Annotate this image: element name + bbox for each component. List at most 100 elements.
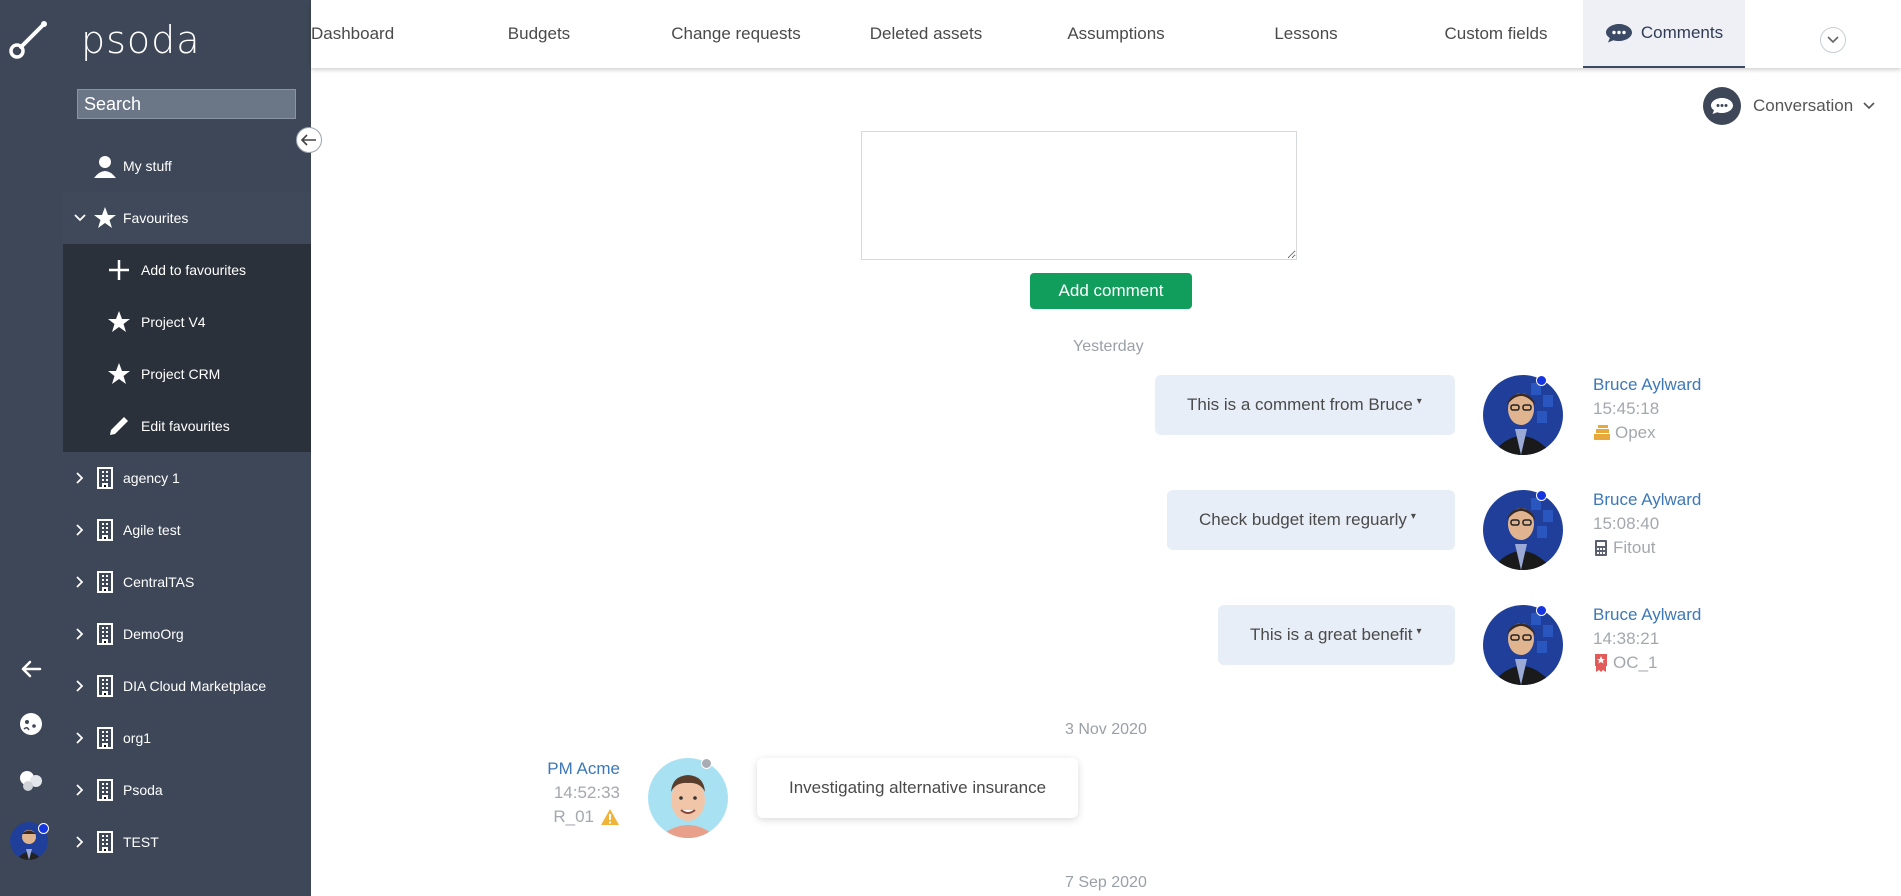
comment-author-link[interactable]: Bruce Aylward bbox=[1593, 488, 1701, 512]
sidebar-item-label: Agile test bbox=[123, 522, 181, 538]
tab-custom-fields[interactable]: Custom fields bbox=[1411, 0, 1581, 68]
sidebar-item-agency-1[interactable]: agency 1 bbox=[63, 452, 311, 504]
chevron-right-icon[interactable] bbox=[73, 731, 87, 745]
comment-tag[interactable]: R_01 bbox=[520, 805, 620, 829]
comment-tag[interactable]: OC_1 bbox=[1593, 651, 1701, 675]
comment-bubble-icon bbox=[1703, 87, 1741, 125]
comment-meta: Bruce Aylward 15:45:18 Opex bbox=[1593, 373, 1701, 445]
comment-author-link[interactable]: Bruce Aylward bbox=[1593, 603, 1701, 627]
plus-icon bbox=[105, 256, 133, 284]
comment-tag-label: Opex bbox=[1615, 423, 1656, 442]
chevron-right-icon[interactable] bbox=[73, 835, 87, 849]
date-separator: Yesterday bbox=[1073, 338, 1144, 355]
sidebar-item-demoorg[interactable]: DemoOrg bbox=[63, 608, 311, 660]
brand-name: psoda bbox=[81, 18, 201, 62]
building-icon bbox=[91, 672, 119, 700]
comment-time: 14:38:21 bbox=[1593, 629, 1660, 648]
sidebar-item-my-stuff[interactable]: My stuff bbox=[63, 140, 311, 192]
chevron-down-icon[interactable] bbox=[73, 211, 87, 225]
warning-icon bbox=[601, 809, 619, 825]
comment-author-link[interactable]: PM Acme bbox=[520, 757, 620, 781]
comment-author-link[interactable]: Bruce Aylward bbox=[1593, 373, 1701, 397]
tab-lessons[interactable]: Lessons bbox=[1221, 0, 1391, 68]
comment-tag-label: Fitout bbox=[1613, 538, 1656, 557]
sidebar-item-label: agency 1 bbox=[123, 470, 180, 486]
comment-tag[interactable]: Opex bbox=[1593, 421, 1701, 445]
chevron-right-icon[interactable] bbox=[73, 627, 87, 641]
avatar bbox=[1483, 605, 1563, 685]
building-icon bbox=[91, 828, 119, 856]
sidebar-item-psoda[interactable]: Psoda bbox=[63, 764, 311, 816]
caret-down-icon[interactable]: ▾ bbox=[1417, 626, 1422, 637]
tab-dashboard[interactable]: Dashboard bbox=[311, 0, 394, 68]
sidebar-item-label: Project V4 bbox=[141, 314, 206, 330]
avatar bbox=[648, 758, 728, 838]
comment-tag[interactable]: Fitout bbox=[1593, 536, 1701, 560]
comment-text: Investigating alternative insurance bbox=[789, 778, 1047, 797]
chevron-right-icon[interactable] bbox=[73, 679, 87, 693]
sidebar-item-project-crm[interactable]: Project CRM bbox=[63, 348, 311, 400]
comment-text: This is a comment from Bruce bbox=[1187, 395, 1413, 414]
tab-comments[interactable]: Comments bbox=[1583, 0, 1745, 68]
sidebar-item-add-to-favourites[interactable]: Add to favourites bbox=[63, 244, 311, 296]
star-icon bbox=[105, 360, 133, 388]
tab-budgets[interactable]: Budgets bbox=[471, 0, 607, 68]
calculator-icon bbox=[1595, 540, 1607, 556]
caret-down-icon[interactable]: ▾ bbox=[1417, 396, 1422, 407]
top-tab-bar: Dashboard Budgets Change requests Delete… bbox=[311, 0, 1901, 68]
online-status-dot bbox=[38, 823, 49, 834]
offline-status-dot bbox=[701, 758, 712, 769]
sidebar-item-label: Project CRM bbox=[141, 366, 221, 382]
chevron-right-icon[interactable] bbox=[73, 471, 87, 485]
chevron-right-icon[interactable] bbox=[73, 783, 87, 797]
sidebar-item-favourites[interactable]: Favourites bbox=[63, 192, 311, 244]
psoda-logo-icon[interactable] bbox=[8, 14, 54, 60]
switch-org-icon[interactable] bbox=[10, 762, 52, 800]
comment-bubble[interactable]: This is a great benefit ▾ bbox=[1218, 605, 1455, 665]
tab-assumptions[interactable]: Assumptions bbox=[1031, 0, 1201, 68]
sidebar-item-agile-test[interactable]: Agile test bbox=[63, 504, 311, 556]
sidebar-item-label: DemoOrg bbox=[123, 626, 184, 642]
sidebar-item-project-v4[interactable]: Project V4 bbox=[63, 296, 311, 348]
sidebar-item-test[interactable]: TEST bbox=[63, 816, 311, 868]
tab-deleted-assets[interactable]: Deleted assets bbox=[841, 0, 1011, 68]
caret-down-icon[interactable]: ▾ bbox=[1411, 511, 1416, 522]
comment-meta: PM Acme 14:52:33 R_01 bbox=[520, 757, 620, 829]
sidebar-nav: My stuff Favourites Add to favourites Pr… bbox=[63, 140, 311, 868]
search-input[interactable] bbox=[77, 89, 296, 119]
date-separator: 3 Nov 2020 bbox=[1065, 721, 1147, 738]
pencil-icon bbox=[105, 412, 133, 440]
sidebar-item-label: Edit favourites bbox=[141, 418, 230, 434]
more-tabs-button[interactable] bbox=[1820, 27, 1846, 53]
comment-textarea[interactable] bbox=[861, 131, 1297, 260]
sidebar-item-label: org1 bbox=[123, 730, 152, 746]
sidebar: psoda My stuff Favourites Add to favouri… bbox=[63, 0, 311, 896]
tab-change-requests[interactable]: Change requests bbox=[651, 0, 821, 68]
sidebar-item-label: CentralTAS bbox=[123, 574, 195, 590]
tab-label: Comments bbox=[1640, 23, 1724, 42]
back-arrow-icon[interactable] bbox=[10, 650, 52, 688]
building-icon bbox=[91, 620, 119, 648]
building-icon bbox=[91, 568, 119, 596]
building-icon bbox=[91, 724, 119, 752]
add-comment-button[interactable]: Add comment bbox=[1030, 273, 1192, 309]
comment-bubble[interactable]: This is a comment from Bruce ▾ bbox=[1155, 375, 1455, 435]
comment-text: Check budget item reguarly bbox=[1199, 510, 1407, 529]
sidebar-item-org1[interactable]: org1 bbox=[63, 712, 311, 764]
comment-meta: Bruce Aylward 15:08:40 Fitout bbox=[1593, 488, 1701, 560]
comment-bubble[interactable]: Check budget item reguarly ▾ bbox=[1167, 490, 1455, 550]
sidebar-item-label: DIA Cloud Marketplace bbox=[123, 678, 267, 694]
online-status-dot bbox=[1536, 375, 1547, 386]
comment-tag-label: R_01 bbox=[553, 807, 594, 826]
comment-bubble[interactable]: Investigating alternative insurance bbox=[757, 758, 1078, 818]
comment-time: 15:08:40 bbox=[1593, 514, 1660, 533]
chevron-right-icon[interactable] bbox=[73, 523, 87, 537]
conversation-selector[interactable]: Conversation bbox=[1703, 87, 1875, 125]
collapse-sidebar-button[interactable] bbox=[296, 127, 322, 153]
sidebar-item-dia-cloud-marketplace[interactable]: DIA Cloud Marketplace bbox=[63, 660, 311, 712]
sidebar-item-centraltas[interactable]: CentralTAS bbox=[63, 556, 311, 608]
chevron-right-icon[interactable] bbox=[73, 575, 87, 589]
chevron-down-icon bbox=[1863, 102, 1875, 110]
sidebar-item-edit-favourites[interactable]: Edit favourites bbox=[63, 400, 311, 452]
help-globe-icon[interactable] bbox=[10, 705, 52, 743]
